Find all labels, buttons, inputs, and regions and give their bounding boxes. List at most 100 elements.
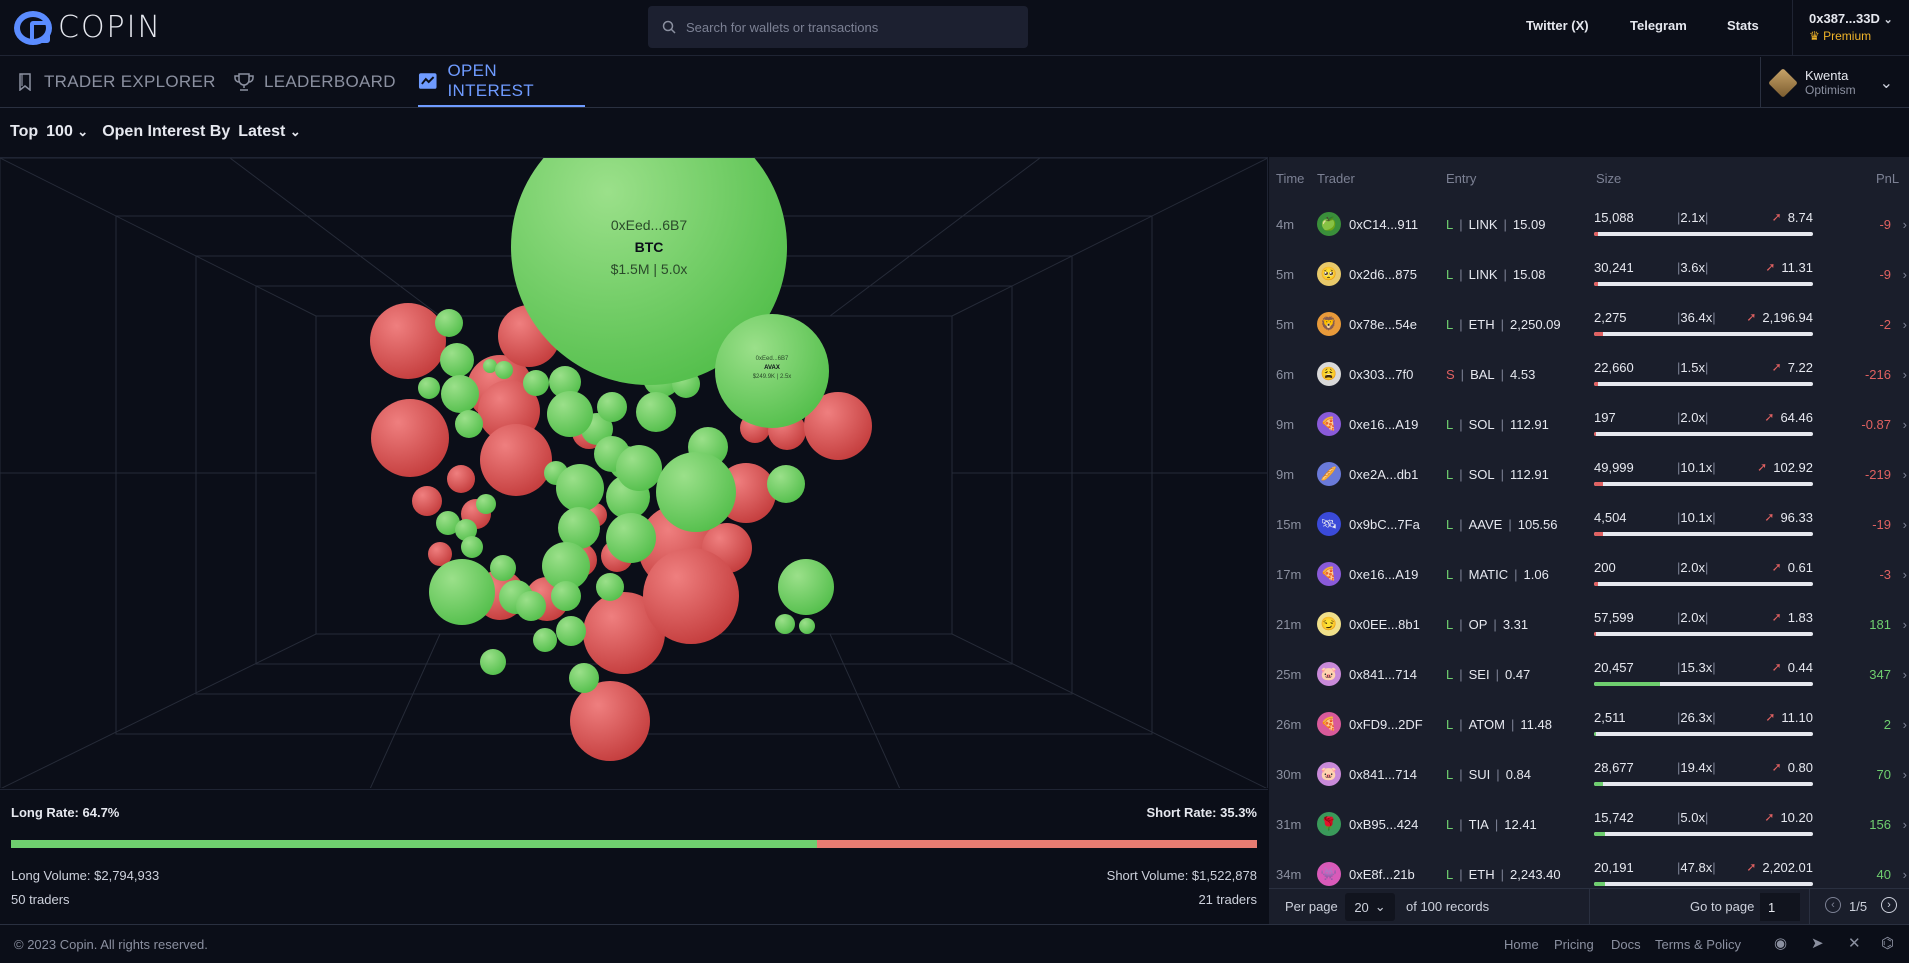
long-position-bubble[interactable]	[799, 618, 815, 634]
tab-leaderboard[interactable]: LEADERBOARD	[234, 57, 396, 107]
chevron-right-icon[interactable]: ›	[1903, 549, 1907, 599]
wallet-menu[interactable]: 0x387...33D ⌄ ♛ Premium	[1792, 0, 1909, 56]
footer-link-home[interactable]: Home	[1504, 937, 1539, 952]
table-row[interactable]: 17m 🍕 0xe16...A19 L | MATIC | 1.06 200 | 2.0x | ➚ 0.6…	[1269, 549, 1909, 599]
row-trader[interactable]: 🍕 0xe16...A19	[1317, 399, 1418, 449]
long-position-bubble[interactable]	[656, 452, 736, 532]
long-position-bubble[interactable]	[435, 309, 463, 337]
table-row[interactable]: 5m 🦁 0x78e...54e L | ETH | 2,250.09 2,275 | 36.4x |…	[1269, 299, 1909, 349]
discord-icon[interactable]: ◉	[1774, 934, 1787, 952]
row-trader[interactable]: 🍕 0xFD9...2DF	[1317, 699, 1423, 749]
search-box[interactable]	[648, 6, 1028, 48]
protocol-selector[interactable]: Kwenta Optimism ⌄	[1760, 57, 1909, 108]
long-position-bubble[interactable]	[461, 536, 483, 558]
row-trader[interactable]: 😏 0x0EE...8b1	[1317, 599, 1420, 649]
long-position-bubble[interactable]	[556, 464, 604, 512]
long-position-bubble[interactable]	[418, 377, 440, 399]
chevron-right-icon[interactable]: ›	[1903, 449, 1907, 499]
long-position-bubble[interactable]	[441, 375, 479, 413]
x-icon[interactable]: ✕	[1848, 934, 1861, 952]
long-position-bubble[interactable]	[597, 392, 627, 422]
row-trader[interactable]: 🥺 0x2d6...875	[1317, 249, 1417, 299]
tab-trader-explorer[interactable]: TRADER EXPLORER	[18, 57, 216, 107]
table-row[interactable]: 15m 🛰 0x9bC...7Fa L | AAVE | 105.56 4,504 | 10.1x |…	[1269, 499, 1909, 549]
table-row[interactable]: 30m 🐷 0x841...714 L | SUI | 0.84 28,677 | 19.4x | ➚ 0…	[1269, 749, 1909, 799]
row-trader[interactable]: 🌹 0xB95...424	[1317, 799, 1418, 849]
chevron-right-icon[interactable]: ›	[1903, 499, 1907, 549]
short-position-bubble[interactable]	[370, 303, 446, 379]
long-position-bubble[interactable]	[551, 581, 581, 611]
long-position-bubble[interactable]	[569, 663, 599, 693]
long-position-bubble[interactable]	[556, 616, 586, 646]
long-position-bubble[interactable]	[636, 392, 676, 432]
long-position-bubble[interactable]	[429, 559, 495, 625]
top-select[interactable]: 100 ⌄	[46, 123, 88, 141]
chevron-right-icon[interactable]: ›	[1903, 299, 1907, 349]
long-position-bubble[interactable]	[778, 559, 834, 615]
row-trader[interactable]: 🍏 0xC14...911	[1317, 199, 1418, 249]
long-position-bubble[interactable]	[516, 591, 546, 621]
table-row[interactable]: 9m 🍕 0xe16...A19 L | SOL | 112.91 197 | 2.0x | ➚ 64.4…	[1269, 399, 1909, 449]
long-position-bubble[interactable]	[606, 513, 656, 563]
prev-page-icon[interactable]: ‹	[1825, 897, 1841, 913]
table-row[interactable]: 21m 😏 0x0EE...8b1 L | OP | 3.31 57,599 | 2.0x | ➚ 1.8…	[1269, 599, 1909, 649]
twitter-link[interactable]: Twitter (X)	[1526, 18, 1589, 33]
long-position-bubble[interactable]	[616, 445, 662, 491]
chevron-right-icon[interactable]: ›	[1903, 749, 1907, 799]
logo[interactable]: COPIN	[14, 10, 162, 45]
long-position-bubble[interactable]	[480, 649, 506, 675]
long-position-bubble[interactable]	[547, 391, 593, 437]
short-position-bubble[interactable]	[480, 424, 552, 496]
long-position-bubble[interactable]	[490, 555, 516, 581]
long-position-bubble[interactable]	[533, 628, 557, 652]
chevron-right-icon[interactable]: ›	[1903, 349, 1907, 399]
chevron-right-icon[interactable]: ›	[1903, 799, 1907, 849]
long-position-bubble[interactable]	[495, 361, 513, 379]
long-position-bubble[interactable]	[440, 343, 474, 377]
telegram-icon[interactable]: ➤	[1811, 934, 1824, 952]
chevron-right-icon[interactable]: ›	[1903, 199, 1907, 249]
long-position-bubble[interactable]	[767, 465, 805, 503]
chevron-right-icon[interactable]: ›	[1903, 649, 1907, 699]
github-icon[interactable]: ⌬	[1881, 934, 1894, 952]
row-trader[interactable]: 🐷 0x841...714	[1317, 749, 1417, 799]
row-trader[interactable]: 🛰 0x9bC...7Fa	[1317, 499, 1420, 549]
long-position-bubble[interactable]	[523, 370, 549, 396]
table-row[interactable]: 31m 🌹 0xB95...424 L | TIA | 12.41 15,742 | 5.0x | ➚ 1…	[1269, 799, 1909, 849]
row-trader[interactable]: 🐷 0x841...714	[1317, 649, 1417, 699]
next-page-icon[interactable]: ›	[1881, 897, 1897, 913]
chevron-right-icon[interactable]: ›	[1903, 249, 1907, 299]
search-input[interactable]	[686, 19, 1006, 35]
table-row[interactable]: 4m 🍏 0xC14...911 L | LINK | 15.09 15,088 | 2.1x | ➚ 8…	[1269, 199, 1909, 249]
table-row[interactable]: 6m 😩 0x303...7f0 S | BAL | 4.53 22,660 | 1.5x | ➚ 7.2…	[1269, 349, 1909, 399]
avax-bubble[interactable]: 0xEed...6B7 AVAX $249.9K | 2.5x	[715, 314, 829, 428]
long-position-bubble[interactable]	[596, 573, 624, 601]
table-row[interactable]: 25m 🐷 0x841...714 L | SEI | 0.47 20,457 | 15.3x | ➚ 0…	[1269, 649, 1909, 699]
footer-link-pricing[interactable]: Pricing	[1554, 937, 1594, 952]
table-row[interactable]: 26m 🍕 0xFD9...2DF L | ATOM | 11.48 2,511 | 26.3x | ➚…	[1269, 699, 1909, 749]
row-trader[interactable]: 🍕 0xe16...A19	[1317, 549, 1418, 599]
stats-link[interactable]: Stats	[1727, 18, 1759, 33]
table-row[interactable]: 9m 🥖 0xe2A...db1 L | SOL | 112.91 49,999 | 10.1x | ➚…	[1269, 449, 1909, 499]
short-position-bubble[interactable]	[447, 465, 475, 493]
short-position-bubble[interactable]	[643, 548, 739, 644]
tab-open-interest[interactable]: OPEN INTEREST	[418, 57, 585, 107]
long-position-bubble[interactable]	[483, 359, 497, 373]
sort-select[interactable]: Latest ⌄	[238, 123, 300, 141]
footer-link-terms[interactable]: Terms & Policy	[1655, 937, 1741, 952]
short-position-bubble[interactable]	[371, 399, 449, 477]
long-position-bubble[interactable]	[476, 494, 496, 514]
row-trader[interactable]: 🦁 0x78e...54e	[1317, 299, 1417, 349]
per-page-select[interactable]: 20 ⌄	[1345, 893, 1395, 921]
short-position-bubble[interactable]	[412, 486, 442, 516]
row-trader[interactable]: 😩 0x303...7f0	[1317, 349, 1413, 399]
chevron-right-icon[interactable]: ›	[1903, 399, 1907, 449]
goto-page-input[interactable]	[1760, 893, 1800, 921]
chevron-right-icon[interactable]: ›	[1903, 599, 1907, 649]
chevron-right-icon[interactable]: ›	[1903, 699, 1907, 749]
row-trader[interactable]: 🥖 0xe2A...db1	[1317, 449, 1418, 499]
table-row[interactable]: 5m 🥺 0x2d6...875 L | LINK | 15.08 30,241 | 3.6x | ➚ 1…	[1269, 249, 1909, 299]
telegram-link[interactable]: Telegram	[1630, 18, 1687, 33]
footer-link-docs[interactable]: Docs	[1611, 937, 1641, 952]
long-position-bubble[interactable]	[775, 614, 795, 634]
